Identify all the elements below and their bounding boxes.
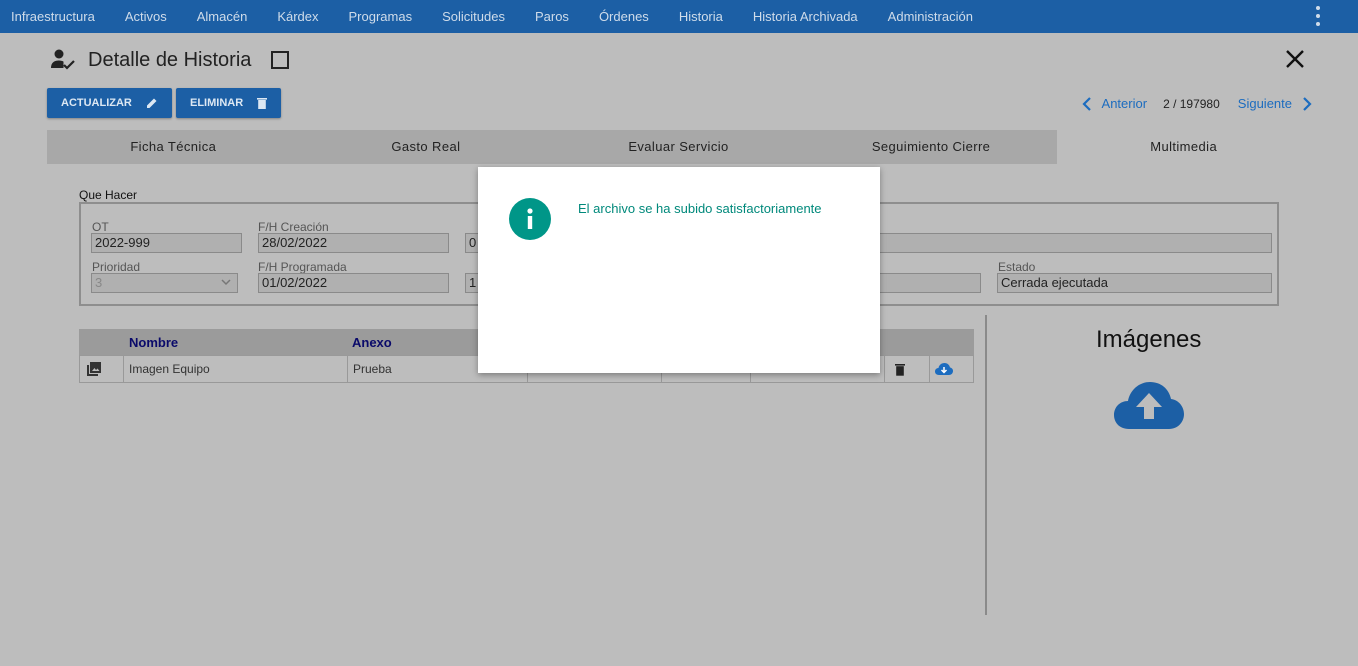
dialog-message: El archivo se ha subido satisfactoriamen… [578, 201, 822, 216]
images-title: Imágenes [1096, 326, 1202, 353]
detail-tabs: Ficha Técnica Gasto Real Evaluar Servici… [47, 130, 1310, 164]
record-counter: 2 / 197980 [1163, 96, 1220, 111]
photo-library-icon [87, 362, 101, 376]
chevron-right-icon[interactable] [1302, 96, 1312, 111]
nav-item-historia-archivada[interactable]: Historia Archivada [753, 9, 858, 24]
chevron-left-icon[interactable] [1081, 96, 1092, 111]
delete-button[interactable]: ELIMINAR [176, 88, 282, 118]
pencil-icon [146, 98, 157, 108]
download-cell [930, 356, 974, 382]
update-button-label: ACTUALIZAR [61, 97, 132, 109]
cloud-upload-icon[interactable] [1112, 380, 1186, 430]
image-type-cell [80, 356, 124, 382]
previous-link[interactable]: Anterior [1102, 96, 1148, 111]
nav-item-solicitudes[interactable]: Solicitudes [442, 9, 505, 24]
nav-item-infraestructura[interactable]: Infraestructura [11, 9, 95, 24]
programada-time-field[interactable]: 1 [465, 273, 479, 293]
page-title: Detalle de Historia [88, 48, 252, 71]
tab-multimedia[interactable]: Multimedia [1057, 130, 1310, 164]
creacion-date-field[interactable]: 28/02/2022 [258, 233, 449, 253]
section-label: Que Hacer [79, 188, 138, 202]
delete-cell [885, 356, 930, 382]
nav-item-administracion[interactable]: Administración [888, 9, 973, 24]
nav-item-paros[interactable]: Paros [535, 9, 569, 24]
nav-item-activos[interactable]: Activos [125, 9, 167, 24]
prioridad-label: Prioridad [92, 260, 141, 274]
update-button[interactable]: ACTUALIZAR [47, 88, 172, 118]
nombre-cell: Imagen Equipo [124, 356, 348, 382]
next-link[interactable]: Siguiente [1238, 96, 1292, 111]
trash-icon[interactable] [895, 363, 905, 376]
column-anexo: Anexo [352, 335, 392, 350]
nav-item-almacen[interactable]: Almacén [197, 9, 248, 24]
page-header: Detalle de Historia [50, 48, 290, 72]
estado-field[interactable]: Cerrada ejecutada [997, 273, 1272, 293]
creacion-label: F/H Creación [258, 220, 329, 234]
info-dialog: El archivo se ha subido satisfactoriamen… [478, 167, 880, 373]
ot-label: OT [92, 220, 109, 234]
estado-label: Estado [998, 260, 1036, 274]
panel-divider [985, 315, 987, 615]
nav-item-kardex[interactable]: Kárdex [277, 9, 318, 24]
column-nombre: Nombre [129, 335, 179, 350]
close-icon[interactable] [1284, 48, 1306, 70]
programada-date-field[interactable]: 01/02/2022 [258, 273, 449, 293]
ot-field[interactable]: 2022-999 [91, 233, 242, 253]
nav-item-ordenes[interactable]: Órdenes [599, 9, 649, 24]
prioridad-value: 3 [95, 275, 103, 290]
extra-field[interactable] [878, 273, 981, 293]
top-nav: Infraestructura Activos Almacén Kárdex P… [0, 0, 1358, 33]
user-check-icon [51, 49, 75, 70]
tab-evaluar-servicio[interactable]: Evaluar Servicio [552, 130, 805, 164]
trash-icon [257, 98, 268, 109]
tab-gasto-real[interactable]: Gasto Real [300, 130, 553, 164]
creacion-time-field[interactable]: 0 [465, 233, 479, 253]
nav-item-programas[interactable]: Programas [349, 9, 413, 24]
record-pager: Anterior 2 / 197980 Siguiente [1081, 96, 1312, 111]
description-field[interactable] [878, 233, 1272, 253]
prioridad-select[interactable]: 3 [91, 273, 238, 293]
favorite-checkbox[interactable] [271, 51, 290, 69]
info-icon [509, 198, 551, 240]
nav-item-historia[interactable]: Historia [679, 9, 723, 24]
tab-ficha-tecnica[interactable]: Ficha Técnica [47, 130, 300, 164]
tab-seguimiento-cierre[interactable]: Seguimiento Cierre [805, 130, 1058, 164]
cloud-download-icon[interactable] [935, 363, 953, 375]
programada-label: F/H Programada [258, 260, 347, 274]
delete-button-label: ELIMINAR [190, 97, 244, 109]
chevron-down-icon [221, 279, 231, 286]
more-vert-icon[interactable] [1316, 6, 1320, 26]
